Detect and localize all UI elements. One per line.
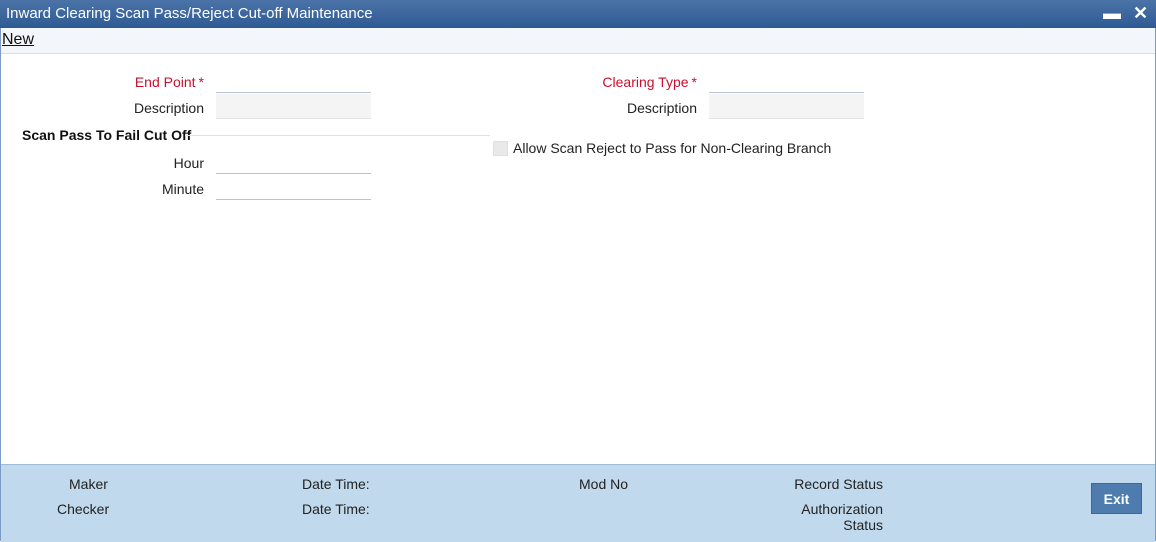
clearing-type-label: Clearing Type * bbox=[540, 74, 697, 90]
authorization-status-label: Status bbox=[843, 517, 883, 533]
maker-date-time-label: Date Time: bbox=[302, 476, 370, 492]
clearing-type-label-text: Clearing Type bbox=[602, 74, 689, 90]
hour-input[interactable] bbox=[216, 149, 371, 174]
section-divider bbox=[185, 135, 490, 136]
menu-bar: New bbox=[1, 28, 1155, 54]
required-marker: * bbox=[198, 74, 204, 90]
checker-label: Checker bbox=[57, 501, 110, 517]
end-point-description-label: Description bbox=[133, 100, 204, 116]
clearing-type-input[interactable] bbox=[709, 68, 864, 93]
window-title: Inward Clearing Scan Pass/Reject Cut-off… bbox=[6, 5, 373, 22]
end-point-description-field bbox=[216, 94, 371, 119]
maker-label: Maker bbox=[69, 476, 108, 492]
end-point-label: End Point * bbox=[60, 74, 204, 90]
clearing-type-description-field bbox=[709, 94, 864, 119]
exit-button[interactable]: Exit bbox=[1091, 483, 1142, 514]
checker-date-time-label: Date Time: bbox=[302, 501, 370, 517]
authorization-label: Authorization bbox=[801, 501, 883, 517]
required-marker: * bbox=[691, 74, 697, 90]
end-point-label-text: End Point bbox=[134, 74, 196, 90]
audit-footer bbox=[1, 464, 1155, 542]
minute-label: Minute bbox=[161, 181, 204, 197]
window-titlebar: Inward Clearing Scan Pass/Reject Cut-off… bbox=[0, 0, 1156, 28]
minute-input[interactable] bbox=[216, 175, 371, 200]
record-status-label: Record Status bbox=[794, 476, 883, 492]
close-icon[interactable]: ✕ bbox=[1133, 2, 1148, 24]
hour-label: Hour bbox=[173, 155, 204, 171]
allow-scan-reject-label: Allow Scan Reject to Pass for Non-Cleari… bbox=[513, 140, 832, 156]
minimize-icon[interactable]: ▬ bbox=[1103, 2, 1121, 24]
allow-scan-reject-checkbox[interactable] bbox=[493, 141, 508, 156]
mod-no-label: Mod No bbox=[579, 476, 629, 492]
scan-pass-cutoff-section-title: Scan Pass To Fail Cut Off bbox=[22, 127, 192, 143]
new-button[interactable]: New bbox=[2, 31, 34, 49]
clearing-type-description-label: Description bbox=[626, 100, 697, 116]
end-point-input[interactable] bbox=[216, 68, 371, 93]
